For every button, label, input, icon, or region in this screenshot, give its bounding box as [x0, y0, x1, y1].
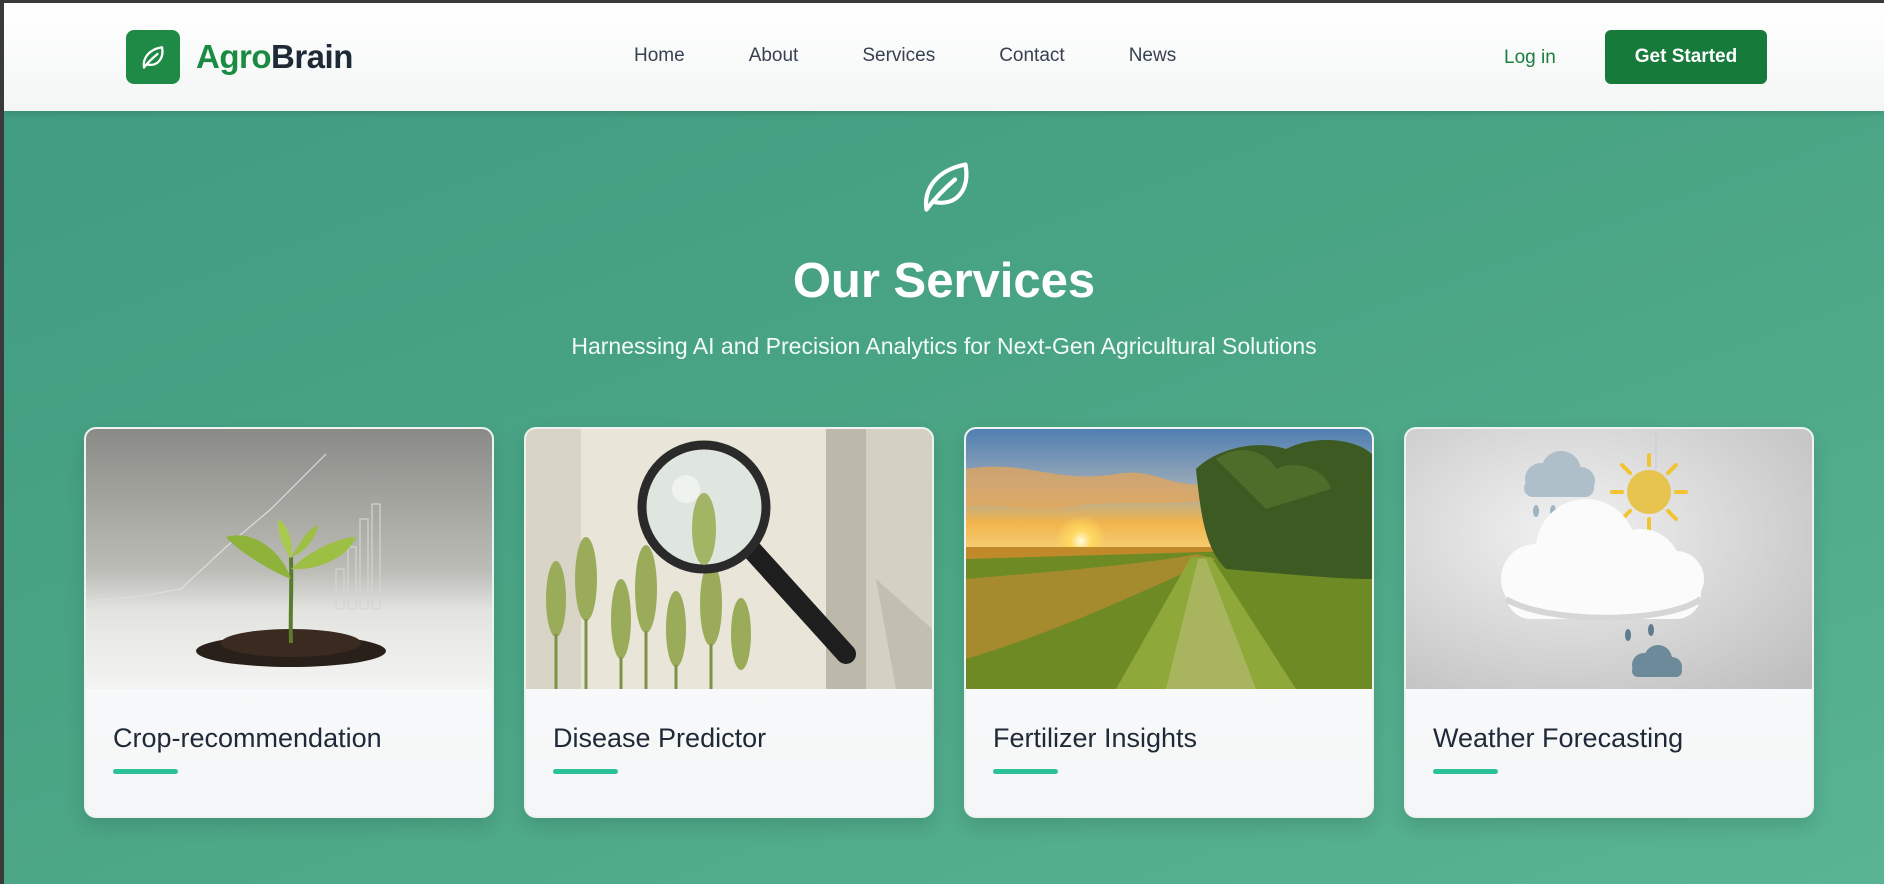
- service-card-title: Weather Forecasting: [1433, 723, 1684, 753]
- nav-news[interactable]: News: [1129, 45, 1177, 67]
- login-link[interactable]: Log in: [1504, 47, 1556, 69]
- cloud-sun-rain-image: [1406, 429, 1812, 689]
- nav-services[interactable]: Services: [862, 45, 935, 67]
- service-card-fertilizer-insights[interactable]: Fertilizer Insights: [964, 427, 1374, 818]
- sunset-field-path-image: [966, 429, 1372, 689]
- seedling-growth-chart-image: [86, 429, 492, 689]
- main-nav: Home About Services Contact News: [634, 45, 1240, 67]
- title-underline: [553, 769, 618, 774]
- site-header: AgroBrain Home About Services Contact Ne…: [4, 3, 1884, 111]
- magnifier-wheat-image: [526, 429, 932, 689]
- nav-contact[interactable]: Contact: [999, 45, 1064, 67]
- service-card-crop-recommendation[interactable]: Crop-recommendation: [84, 427, 494, 818]
- service-card-weather-forecasting[interactable]: Weather Forecasting: [1404, 427, 1814, 818]
- nav-about[interactable]: About: [749, 45, 799, 67]
- brand-name: AgroBrain: [196, 38, 353, 75]
- nav-home[interactable]: Home: [634, 45, 685, 67]
- title-underline: [113, 769, 178, 774]
- leaf-icon: [923, 162, 969, 212]
- app-window: AgroBrain Home About Services Contact Ne…: [4, 3, 1884, 884]
- page-subtitle: Harnessing AI and Precision Analytics fo…: [571, 333, 1317, 359]
- page-title: Our Services: [792, 254, 1096, 308]
- service-card-disease-predictor[interactable]: Disease Predictor: [524, 427, 934, 818]
- service-card-title: Disease Predictor: [553, 723, 767, 753]
- service-card-title: Crop-recommendation: [113, 723, 382, 753]
- leaf-icon: [126, 30, 180, 84]
- title-underline: [1433, 769, 1498, 774]
- title-underline: [993, 769, 1058, 774]
- get-started-button[interactable]: Get Started: [1605, 30, 1767, 84]
- service-card-title: Fertilizer Insights: [993, 723, 1198, 753]
- brand-logo-link[interactable]: AgroBrain: [126, 30, 353, 84]
